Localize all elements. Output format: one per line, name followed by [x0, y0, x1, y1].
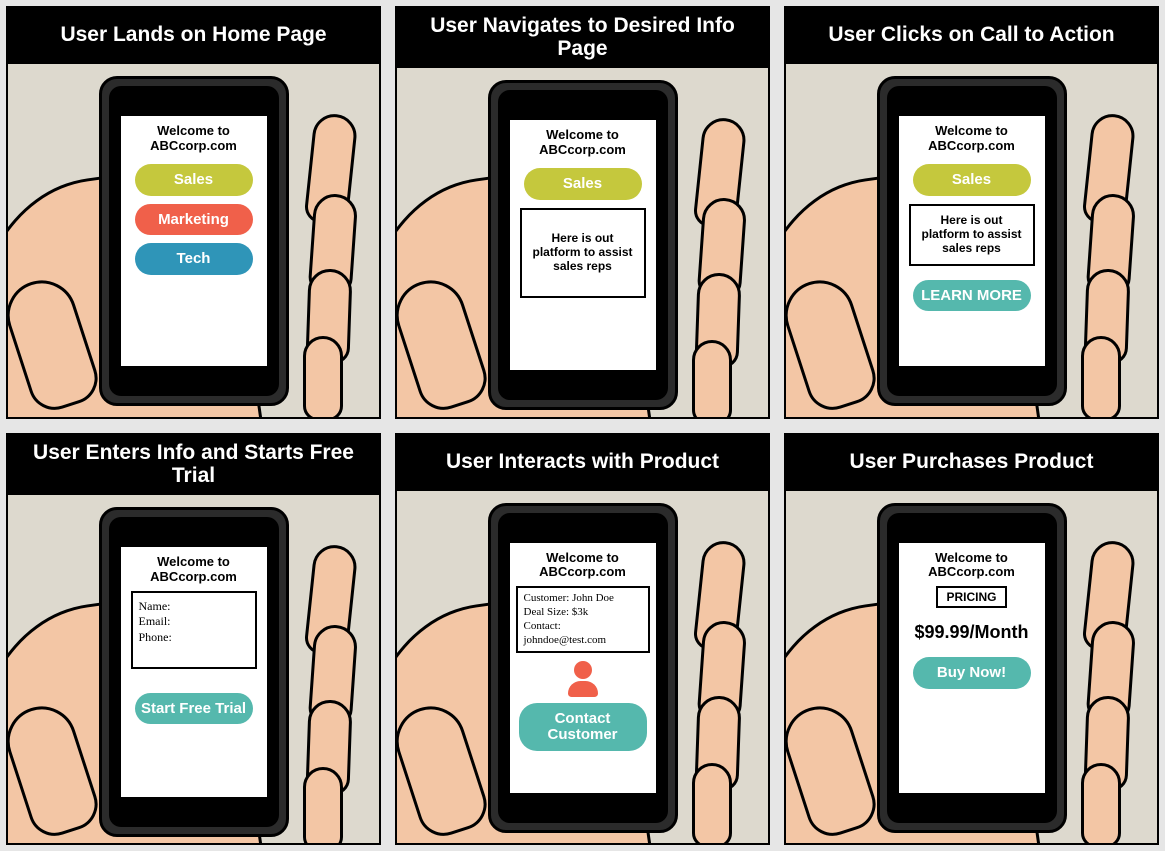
sales-button[interactable]: Sales — [524, 168, 642, 200]
phone: Welcome to ABCcorp.com Name: Email: Phon… — [99, 507, 289, 837]
phone: Welcome to ABCcorp.com PRICING $99.99/Mo… — [877, 503, 1067, 833]
welcome-text: Welcome to ABCcorp.com — [150, 124, 237, 154]
person-icon — [568, 661, 598, 697]
phone: Welcome to ABCcorp.com Sales Here is out… — [488, 80, 678, 410]
welcome-text: Welcome to ABCcorp.com — [928, 551, 1015, 581]
welcome-text: Welcome to ABCcorp.com — [539, 128, 626, 158]
contact-customer-button[interactable]: Contact Customer — [519, 703, 647, 751]
deal-size: Deal Size: $3k — [524, 606, 642, 620]
phone: Welcome to ABCcorp.com Sales Marketing T… — [99, 76, 289, 406]
deal-contact-value: johndoe@test.com — [524, 634, 642, 648]
panel-5-title: User Interacts with Product — [395, 433, 770, 489]
signup-form[interactable]: Name: Email: Phone: — [131, 591, 257, 669]
name-field-label: Name: — [139, 599, 249, 615]
sales-button[interactable]: Sales — [913, 164, 1031, 196]
phone-screen: Welcome to ABCcorp.com Sales Here is out… — [899, 116, 1045, 366]
panel-3-scene: Welcome to ABCcorp.com Sales Here is out… — [784, 62, 1159, 419]
panel-5: User Interacts with Product Welcome to A… — [395, 433, 770, 846]
phone: Welcome to ABCcorp.com Customer: John Do… — [488, 503, 678, 833]
panel-2-scene: Welcome to ABCcorp.com Sales Here is out… — [395, 66, 770, 418]
storyboard-grid: User Lands on Home Page Welcome to ABCco… — [6, 6, 1159, 845]
phone-screen: Welcome to ABCcorp.com Name: Email: Phon… — [121, 547, 267, 797]
panel-4-title: User Enters Info and Starts Free Trial — [6, 433, 381, 493]
phone-screen: Welcome to ABCcorp.com Sales Marketing T… — [121, 116, 267, 366]
panel-2-title: User Navigates to Desired Info Page — [395, 6, 770, 66]
panel-4: User Enters Info and Starts Free Trial W… — [6, 433, 381, 846]
learn-more-button[interactable]: LEARN MORE — [913, 280, 1031, 312]
buy-now-button[interactable]: Buy Now! — [913, 657, 1031, 689]
price-text: $99.99/Month — [914, 622, 1028, 643]
welcome-text: Welcome to ABCcorp.com — [150, 555, 237, 585]
marketing-button[interactable]: Marketing — [135, 204, 253, 236]
panel-6: User Purchases Product Welcome to ABCcor… — [784, 433, 1159, 846]
panel-6-scene: Welcome to ABCcorp.com PRICING $99.99/Mo… — [784, 489, 1159, 846]
panel-6-title: User Purchases Product — [784, 433, 1159, 489]
sales-button[interactable]: Sales — [135, 164, 253, 196]
welcome-text: Welcome to ABCcorp.com — [928, 124, 1015, 154]
welcome-text: Welcome to ABCcorp.com — [539, 551, 626, 581]
deal-info-box: Customer: John Doe Deal Size: $3k Contac… — [516, 586, 650, 653]
phone-field-label: Phone: — [139, 630, 249, 646]
tech-button[interactable]: Tech — [135, 243, 253, 275]
panel-1-title: User Lands on Home Page — [6, 6, 381, 62]
panel-4-scene: Welcome to ABCcorp.com Name: Email: Phon… — [6, 493, 381, 845]
phone: Welcome to ABCcorp.com Sales Here is out… — [877, 76, 1067, 406]
pricing-badge: PRICING — [936, 586, 1006, 608]
panel-5-scene: Welcome to ABCcorp.com Customer: John Do… — [395, 489, 770, 846]
info-box: Here is out platform to assist sales rep… — [909, 204, 1035, 266]
phone-screen: Welcome to ABCcorp.com PRICING $99.99/Mo… — [899, 543, 1045, 793]
phone-screen: Welcome to ABCcorp.com Sales Here is out… — [510, 120, 656, 370]
panel-1: User Lands on Home Page Welcome to ABCco… — [6, 6, 381, 419]
deal-contact-label: Contact: — [524, 620, 642, 634]
email-field-label: Email: — [139, 614, 249, 630]
info-box: Here is out platform to assist sales rep… — [520, 208, 646, 298]
panel-3-title: User Clicks on Call to Action — [784, 6, 1159, 62]
deal-customer: Customer: John Doe — [524, 592, 642, 606]
panel-1-scene: Welcome to ABCcorp.com Sales Marketing T… — [6, 62, 381, 419]
phone-screen: Welcome to ABCcorp.com Customer: John Do… — [510, 543, 656, 793]
start-trial-button[interactable]: Start Free Trial — [135, 693, 253, 725]
panel-3: User Clicks on Call to Action Welcome to… — [784, 6, 1159, 419]
panel-2: User Navigates to Desired Info Page Welc… — [395, 6, 770, 419]
